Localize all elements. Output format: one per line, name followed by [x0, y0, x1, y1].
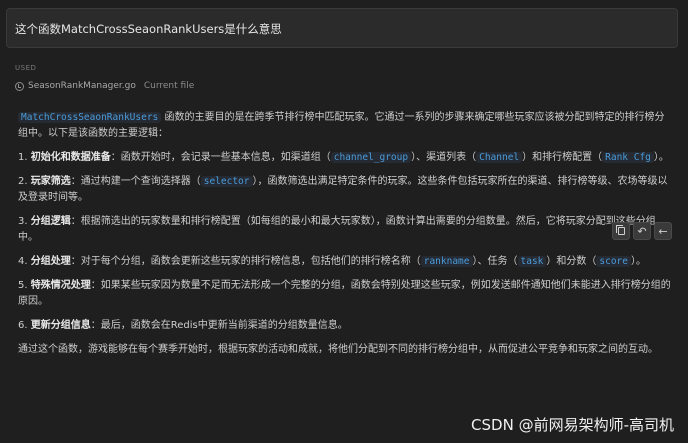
answer-conclusion: 通过这个函数，游戏能够在每个赛季开始时，根据玩家的活动和成就，将他们分配到不同的…	[18, 344, 658, 355]
inline-code: selector	[200, 176, 253, 187]
inline-code: score	[596, 256, 631, 267]
reference-file-status: Current file	[143, 81, 195, 91]
list-item: 5. 特殊情况处理：如果某些玩家因为数量不足而无法形成一个完整的分组，函数会特别…	[18, 278, 672, 310]
answer-body: MatchCrossSeaonRankUsers 函数的主要目的是在跨季节排行榜…	[18, 110, 672, 358]
inline-code: channel_group	[330, 152, 412, 163]
item-text: ：根据筛选出的玩家数量和排行榜配置（如每组的最小和最大玩家数），函数计算出需要的…	[18, 216, 656, 243]
item-title: 分组处理	[30, 256, 71, 267]
item-text: ）、渠道列表（	[411, 152, 477, 163]
item-text: ）。	[631, 256, 646, 267]
item-title: 分组逻辑	[30, 216, 71, 227]
insert-button[interactable]: ↶	[633, 222, 651, 240]
clock-icon	[15, 81, 24, 91]
answer-intro: MatchCrossSeaonRankUsers 函数的主要目的是在跨季节排行榜…	[18, 110, 672, 142]
watermark: CSDN @前网易架构师-高司机	[471, 416, 674, 434]
inline-code: rankname	[420, 256, 473, 267]
item-text: ）。	[653, 152, 669, 163]
reference-file-name: SeasonRankManager.go	[28, 81, 136, 91]
undo-arrow-icon: ↶	[637, 224, 647, 238]
list-item: 1. 初始化和数据准备：函数开始时，会记录一些基本信息，如渠道组（ channel…	[18, 150, 672, 166]
list-item: 2. 玩家筛选：通过构建一个查询选择器（ selector ），函数筛选出满足特定条…	[18, 174, 672, 206]
inline-code: Rank Cfg	[602, 152, 654, 163]
item-title: 更新分组信息	[30, 320, 91, 331]
question-bubble: 这个函数MatchCrossSeaonRankUsers是什么意思	[6, 8, 678, 48]
item-text: ：通过构建一个查询选择器（	[70, 176, 201, 187]
item-number: 6.	[18, 320, 28, 331]
list-item: 6. 更新分组信息：最后，函数会在Redis中更新当前渠道的分组数量信息。	[18, 318, 672, 334]
list-item: 4. 分组处理：对于每个分组，函数会更新这些玩家的排行榜信息，包括他们的排行榜名…	[18, 254, 672, 270]
file-reference[interactable]: SeasonRankManager.go Current file	[15, 79, 194, 93]
item-number: 2.	[18, 176, 28, 187]
list-item: 3. 分组逻辑：根据筛选出的玩家数量和排行榜配置（如每组的最小和最大玩家数），函…	[18, 214, 672, 246]
inline-code: MatchCrossSeaonRankUsers	[18, 112, 162, 123]
arrow-left-icon: ←	[658, 224, 668, 238]
item-number: 5.	[18, 280, 28, 291]
used-label: USED	[15, 64, 37, 72]
copy-icon	[615, 225, 625, 235]
inline-code: Channel	[476, 152, 523, 163]
item-text: ：如果某些玩家因为数量不足而无法形成一个完整的分组，函数会特别处理这些玩家，例如…	[18, 280, 671, 307]
item-number: 1.	[18, 152, 28, 163]
item-number: 3.	[18, 216, 28, 227]
item-text: ）、任务（	[472, 256, 518, 267]
item-title: 玩家筛选	[30, 176, 71, 187]
item-title: 特殊情况处理	[30, 280, 91, 291]
item-text: ：函数开始时，会记录一些基本信息，如渠道组（	[110, 152, 331, 163]
question-text: 这个函数MatchCrossSeaonRankUsers是什么意思	[15, 22, 282, 36]
item-text: ：对于每个分组，函数会更新这些玩家的排行榜信息，包括他们的排行榜名称（	[70, 256, 421, 267]
back-button[interactable]: ←	[654, 222, 672, 240]
item-text: ：最后，函数会在Redis中更新当前渠道的分组数量信息。	[90, 320, 348, 331]
item-title: 初始化和数据准备	[30, 152, 111, 163]
item-text: ）和排行榜配置（	[522, 152, 603, 163]
code-block-toolbar: ↶ ←	[612, 222, 672, 240]
copy-button[interactable]	[612, 222, 630, 240]
item-number: 4.	[18, 256, 28, 267]
inline-code: task	[517, 256, 547, 267]
item-text: ）和分数（	[546, 256, 597, 267]
